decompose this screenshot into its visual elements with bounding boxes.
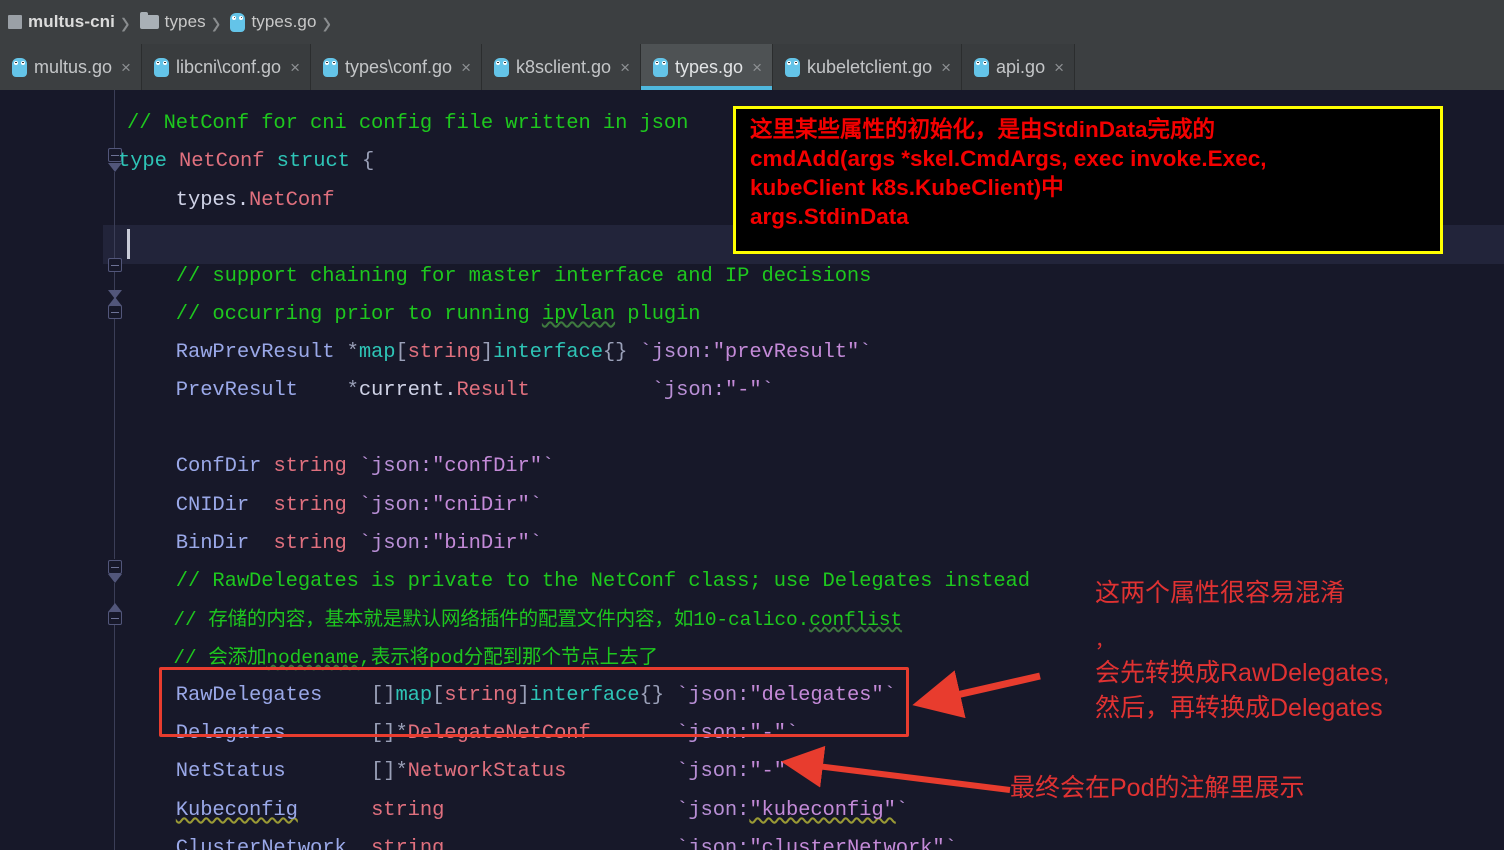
line-number-gutter: 25 26 27 28 29 30 31 32 33 34 35 36 37 3… [0, 90, 103, 850]
tab-types-conf-go[interactable]: types\conf.go × [311, 44, 483, 90]
go-file-icon [653, 57, 669, 77]
breadcrumb-item-project[interactable]: multus-cni [4, 0, 117, 44]
annotation-convert-rawdelegates: 会先转换成RawDelegates, [1095, 659, 1390, 687]
annotation-line: 这里某些属性的初始化，是由StdinData完成的 [750, 117, 1216, 142]
text-caret [127, 229, 130, 259]
fold-marker-icon[interactable] [108, 611, 122, 625]
folder-icon [139, 12, 159, 29]
breadcrumb-label: types [164, 12, 206, 31]
annotation-line: cmdAdd(args *skel.CmdArgs, exec invoke.E… [750, 146, 1267, 171]
project-icon [8, 15, 22, 29]
fold-marker-icon[interactable] [108, 258, 122, 272]
tab-close-icon[interactable]: × [941, 59, 951, 76]
tab-kubeletclient-go[interactable]: kubeletclient.go × [773, 44, 963, 90]
breadcrumb-separator-icon: › [120, 1, 130, 43]
annotation-box-stdindata: 这里某些属性的初始化，是由StdinData完成的 cmdAdd(args *s… [733, 106, 1443, 254]
tab-k8sclient-go[interactable]: k8sclient.go × [482, 44, 642, 90]
go-file-icon [153, 57, 169, 77]
breadcrumb-label: multus-cni [28, 12, 115, 31]
annotation-line: kubeClient k8s.KubeClient)中 [750, 175, 1064, 200]
go-file-icon [12, 57, 27, 77]
code-line-30: // support chaining for master interface… [127, 265, 872, 288]
tab-close-icon[interactable]: × [290, 59, 300, 76]
tab-api-go[interactable]: api.go × [962, 44, 1076, 90]
annotation-confusing-properties: 这两个属性很容易混淆 [1095, 579, 1346, 607]
editor-tab-bar: multus.go × libcni\conf.go × types\conf.… [0, 44, 1504, 90]
annotation-convert-delegates: 然后，再转换成Delegates [1095, 694, 1383, 722]
annotation-line: args.StdinData [750, 204, 909, 229]
tab-label: multus.go [34, 56, 113, 77]
breadcrumb-item-file[interactable]: types.go [226, 0, 318, 44]
code-line-39: // 存储的内容，基本就是默认网络插件的配置文件内容，如10-calico.co… [127, 609, 903, 631]
code-line-35: ConfDir string `json:"confDir"` [127, 455, 555, 478]
tab-close-icon[interactable]: × [752, 59, 762, 76]
tab-label: types.go [675, 56, 744, 77]
fold-marker-icon[interactable] [108, 560, 122, 574]
tab-label: libcni\conf.go [175, 56, 282, 77]
code-line-26: // NetConf for cni config file written i… [127, 112, 689, 135]
breadcrumb-label: types.go [251, 12, 317, 31]
code-line-33: PrevResult *current.Result `json:"-"` [127, 379, 774, 402]
tab-close-icon[interactable]: × [1054, 59, 1064, 76]
breadcrumb-item-folder[interactable]: types [136, 0, 208, 44]
breadcrumb-separator-icon: › [322, 1, 332, 43]
tab-close-icon[interactable]: × [121, 59, 131, 76]
highlight-rect-delegates [159, 667, 909, 737]
tab-label: types\conf.go [345, 56, 453, 77]
tab-close-icon[interactable]: × [620, 59, 630, 76]
code-line-38: // RawDelegates is private to the NetCon… [127, 570, 1030, 593]
code-line-28: types.NetConf [127, 189, 335, 212]
tab-label: kubeletclient.go [807, 56, 933, 77]
code-line-32: RawPrevResult *map[string]interface{} `j… [127, 341, 872, 364]
go-file-icon [494, 57, 510, 77]
go-file-icon [323, 57, 338, 77]
ide-window: multus-cni › types › types.go › multus.g… [0, 0, 1504, 850]
annotation-pod-annotation: 最终会在Pod的注解里展示 [1010, 774, 1305, 802]
tab-types-go[interactable]: types.go × [641, 44, 773, 90]
tab-label: api.go [996, 56, 1046, 77]
tab-close-icon[interactable]: × [461, 59, 471, 76]
breadcrumb: multus-cni › types › types.go › [0, 0, 1504, 44]
code-line-43: NetStatus []*NetworkStatus `json:"-"` [127, 760, 799, 783]
fold-marker-icon[interactable] [108, 305, 122, 319]
go-file-icon [785, 57, 800, 77]
code-line-27: type NetConf struct { [118, 150, 375, 173]
go-file-icon [230, 12, 246, 32]
code-line-44: Kubeconfig string `json:"kubeconfig"` [175, 799, 908, 822]
code-line-45: ClusterNetwork string `json:"clusterNetw… [127, 837, 957, 850]
code-line-36: CNIDir string `json:"cniDir"` [127, 494, 542, 517]
go-file-icon [974, 57, 990, 77]
code-line-31: // occurring prior to running ipvlan plu… [127, 303, 701, 326]
tab-libcni-conf-go[interactable]: libcni\conf.go × [141, 44, 311, 90]
code-folding-gutter[interactable] [103, 90, 127, 850]
code-line-37: BinDir string `json:"binDir"` [127, 532, 542, 555]
breadcrumb-separator-icon: › [211, 1, 221, 43]
fold-arrow-icon [108, 574, 122, 583]
tab-multus-go[interactable]: multus.go × [0, 44, 142, 90]
tab-label: k8sclient.go [516, 56, 612, 77]
